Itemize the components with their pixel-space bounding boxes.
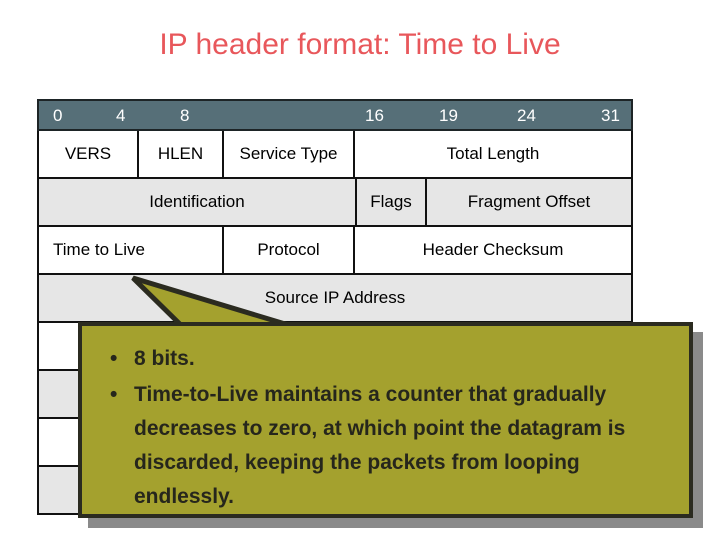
header-row: VERS HLEN Service Type Total Length [37, 131, 633, 179]
bit-position-ruler: 0 4 8 16 19 24 31 [37, 99, 633, 131]
header-field-cell: Flags [357, 179, 427, 225]
bit-tick-31: 31 [601, 106, 620, 125]
bit-tick-16: 16 [365, 106, 384, 125]
bit-tick-4: 4 [116, 106, 126, 125]
callout-bullet-list: 8 bits.Time-to-Live maintains a counter … [82, 326, 689, 514]
callout-box: 8 bits.Time-to-Live maintains a counter … [78, 322, 693, 518]
header-field-cell: Identification [39, 179, 357, 225]
header-field-cell: Time to Live [39, 227, 224, 273]
header-field-cell: Fragment Offset [467, 192, 591, 211]
header-field-cell: Header Checksum [422, 240, 564, 259]
bit-tick-19: 19 [439, 106, 458, 125]
header-row: Time to Live Protocol Header Checksum [37, 227, 633, 275]
bit-tick-24: 24 [517, 106, 536, 125]
bit-tick-8: 8 [180, 106, 190, 125]
header-field-cell: VERS [39, 131, 139, 177]
header-row: Identification Flags Fragment Offset [37, 179, 633, 227]
page-title: IP header format: Time to Live [159, 28, 561, 61]
bit-tick-0: 0 [53, 106, 63, 125]
header-field-cell: HLEN [139, 131, 224, 177]
header-field-cell: Protocol [224, 227, 355, 273]
callout-bullet: Time-to-Live maintains a counter that gr… [108, 378, 675, 514]
header-field-cell: Total Length [446, 144, 540, 163]
header-field-cell: Service Type [224, 131, 355, 177]
callout-bullet: 8 bits. [108, 342, 675, 376]
